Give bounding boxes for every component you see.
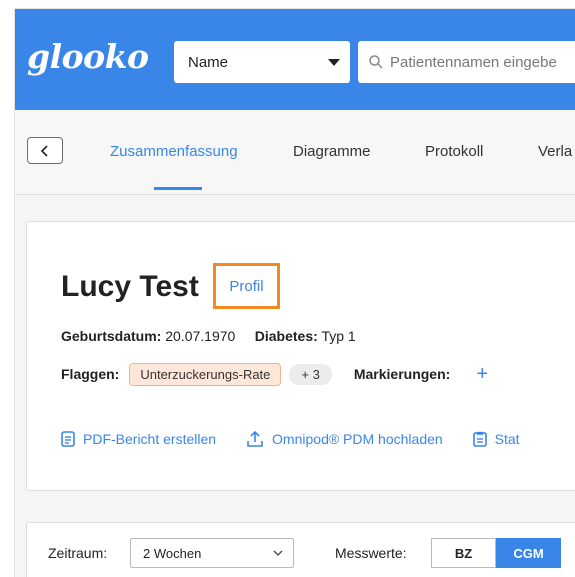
chevron-left-icon [40,144,48,157]
tab-verlauf[interactable]: Verla [538,143,572,160]
upload-icon [247,430,263,447]
stats-label: Stat [494,431,520,447]
dob-label: Geburtsdatum: [61,328,162,344]
tab-protokoll[interactable]: Protokoll [425,143,483,160]
bz-toggle-button[interactable]: BZ [431,538,496,568]
markers-label: Markierungen: [353,366,451,382]
glooko-logo[interactable]: glooko [27,37,149,76]
flag-badge[interactable]: Unterzuckerungs-Rate [129,362,282,386]
patient-info-row: Geburtsdatum: 20.07.1970 Diabetes: Typ 1 [61,328,356,344]
patient-search-input[interactable]: Patientennamen eingebe [358,41,575,83]
cgm-toggle-button[interactable]: CGM [496,538,561,568]
clipboard-icon [472,431,487,447]
active-tab-indicator [154,187,202,190]
profile-highlight-box: Profil [213,263,280,309]
pdf-report-button[interactable]: PDF-Bericht erstellen [61,431,216,447]
add-marker-button[interactable]: + [476,364,488,384]
actions-row: PDF-Bericht erstellen Omnipod® PDM hochl… [61,428,550,450]
period-select[interactable]: 2 Wochen [130,538,294,568]
chevron-down-icon [273,550,283,556]
patient-name: Lucy Test [61,270,199,303]
period-value: 2 Wochen [143,545,202,561]
flags-row: Flaggen: Unterzuckerungs-Rate + 3 Markie… [61,362,488,386]
upload-pdm-label: Omnipod® PDM hochladen [272,431,443,447]
patient-card: Lucy Test Profil Geburtsdatum: 20.07.197… [26,221,575,491]
dob-value: 20.07.1970 [165,328,236,344]
top-bar: glooko Name Patientennamen eingebe [15,9,575,110]
upload-pdm-button[interactable]: Omnipod® PDM hochladen [246,430,443,448]
document-icon [61,431,75,447]
search-type-select[interactable]: Name [174,41,350,83]
pdf-report-label: PDF-Bericht erstellen [83,431,217,447]
diabetes-value: Typ 1 [321,328,356,344]
profile-link[interactable]: Profil [229,278,263,295]
search-type-value: Name [188,53,229,71]
tab-diagramme[interactable]: Diagramme [293,143,371,160]
search-placeholder: Patientennamen eingebe [390,53,557,71]
back-button[interactable] [27,137,63,164]
more-flags-badge[interactable]: + 3 [289,363,332,385]
values-label: Messwerte: [335,545,407,561]
filter-panel: Zeitraum: 2 Wochen Messwerte: BZ CGM [26,522,575,577]
diabetes-label: Diabetes: [254,328,318,344]
caret-down-icon [328,58,340,66]
search-icon [369,55,383,69]
tab-zusammenfassung[interactable]: Zusammenfassung [110,143,238,160]
flags-label: Flaggen: [61,366,120,382]
tab-bar: Zusammenfassung Diagramme Protokoll Verl… [15,110,575,195]
stats-button[interactable]: Stat [472,431,520,447]
app-window: glooko Name Patientennamen eingebe Zusam… [14,8,575,577]
period-label: Zeitraum: [48,545,108,561]
